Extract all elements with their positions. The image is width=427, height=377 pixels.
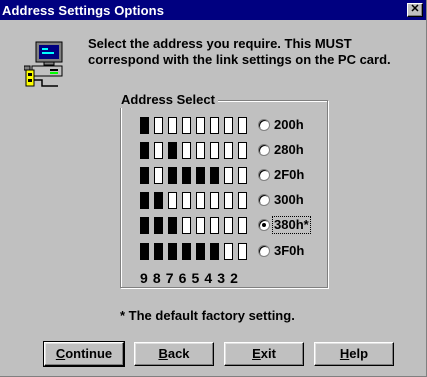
switch-numbers: 9 8 7 6 5 4 3 2 (140, 270, 239, 286)
switch-pattern (140, 141, 252, 159)
radio-label[interactable]: 280h (273, 142, 305, 158)
switch-pattern (140, 116, 252, 134)
switch-on (196, 242, 205, 260)
back-mnemonic: B (158, 346, 168, 361)
title-bar[interactable]: Address Settings Options ✕ (0, 0, 426, 20)
switch-off (182, 216, 191, 234)
window-title: Address Settings Options (2, 2, 165, 18)
switch-off (224, 242, 233, 260)
exit-label: xit (260, 346, 276, 361)
switch-off (224, 216, 233, 234)
switch-on (182, 242, 191, 260)
address-settings-dialog: Address Settings Options ✕ Select the ad… (0, 0, 427, 377)
switch-off (154, 141, 163, 159)
radio-label[interactable]: 380h* (272, 216, 311, 234)
switch-off (210, 141, 219, 159)
switch-off (210, 216, 219, 234)
switch-off (182, 191, 191, 209)
switch-off (238, 141, 247, 159)
default-setting-footnote: * The default factory setting. (120, 308, 295, 323)
switch-off (196, 141, 205, 159)
continue-mnemonic: C (55, 346, 66, 361)
switch-off (154, 166, 163, 184)
switch-on (168, 216, 177, 234)
switch-on (168, 242, 177, 260)
switch-off (168, 191, 177, 209)
switch-on (210, 166, 219, 184)
back-button[interactable]: Back (134, 342, 214, 366)
continue-label: ontinue (65, 346, 113, 361)
switch-on (210, 242, 219, 260)
switch-on (196, 166, 205, 184)
switch-on (182, 166, 191, 184)
switch-pattern (140, 216, 252, 234)
switch-off (210, 191, 219, 209)
switch-off (196, 191, 205, 209)
address-option-3f0h[interactable]: 3F0h (258, 243, 305, 259)
instruction-text: Select the address you require. This MUS… (88, 36, 391, 67)
switch-on (168, 141, 177, 159)
radio-button[interactable] (258, 119, 270, 131)
switch-on (154, 191, 163, 209)
help-label: elp (349, 346, 369, 361)
switch-pattern (140, 166, 252, 184)
address-option-380h[interactable]: 380h* (258, 216, 311, 234)
radio-button[interactable] (258, 245, 270, 257)
switch-off (238, 216, 247, 234)
address-select-legend: Address Select (118, 92, 218, 108)
computer-network-icon (24, 41, 63, 87)
switch-on (140, 191, 149, 209)
exit-button[interactable]: Exit (224, 342, 304, 366)
back-label: ack (167, 346, 190, 361)
address-option-280h[interactable]: 280h (258, 142, 305, 158)
switch-on (140, 116, 149, 134)
radio-button[interactable] (258, 169, 270, 181)
switch-off (224, 191, 233, 209)
radio-label[interactable]: 300h (273, 192, 305, 208)
radio-button[interactable] (258, 194, 270, 206)
switch-off (154, 116, 163, 134)
radio-label[interactable]: 3F0h (273, 243, 305, 259)
switch-off (210, 116, 219, 134)
switch-on (154, 216, 163, 234)
exit-mnemonic: E (252, 346, 261, 361)
address-option-200h[interactable]: 200h (258, 117, 305, 133)
switch-on (168, 166, 177, 184)
close-icon: ✕ (410, 3, 420, 15)
switch-on (140, 141, 149, 159)
radio-button[interactable] (258, 144, 270, 156)
radio-label[interactable]: 2F0h (273, 167, 305, 183)
switch-off (238, 191, 247, 209)
radio-label[interactable]: 200h (273, 117, 305, 133)
switch-off (238, 166, 247, 184)
continue-button[interactable]: Continue (43, 341, 125, 367)
switch-off (196, 116, 205, 134)
switch-pattern (140, 242, 252, 260)
switch-off (182, 116, 191, 134)
switch-off (224, 141, 233, 159)
switch-off (224, 166, 233, 184)
radio-button[interactable] (258, 219, 270, 231)
switch-off (224, 116, 233, 134)
help-mnemonic: H (339, 346, 350, 361)
switch-on (140, 216, 149, 234)
switch-off (168, 116, 177, 134)
help-button[interactable]: Help (314, 342, 394, 366)
switch-pattern (140, 191, 252, 209)
switch-off (238, 116, 247, 134)
address-option-300h[interactable]: 300h (258, 192, 305, 208)
switch-off (196, 216, 205, 234)
switch-on (154, 242, 163, 260)
switch-off (238, 242, 247, 260)
switch-on (140, 242, 149, 260)
address-option-2f0h[interactable]: 2F0h (258, 167, 305, 183)
switch-off (182, 141, 191, 159)
close-button[interactable]: ✕ (407, 3, 423, 17)
switch-on (140, 166, 149, 184)
